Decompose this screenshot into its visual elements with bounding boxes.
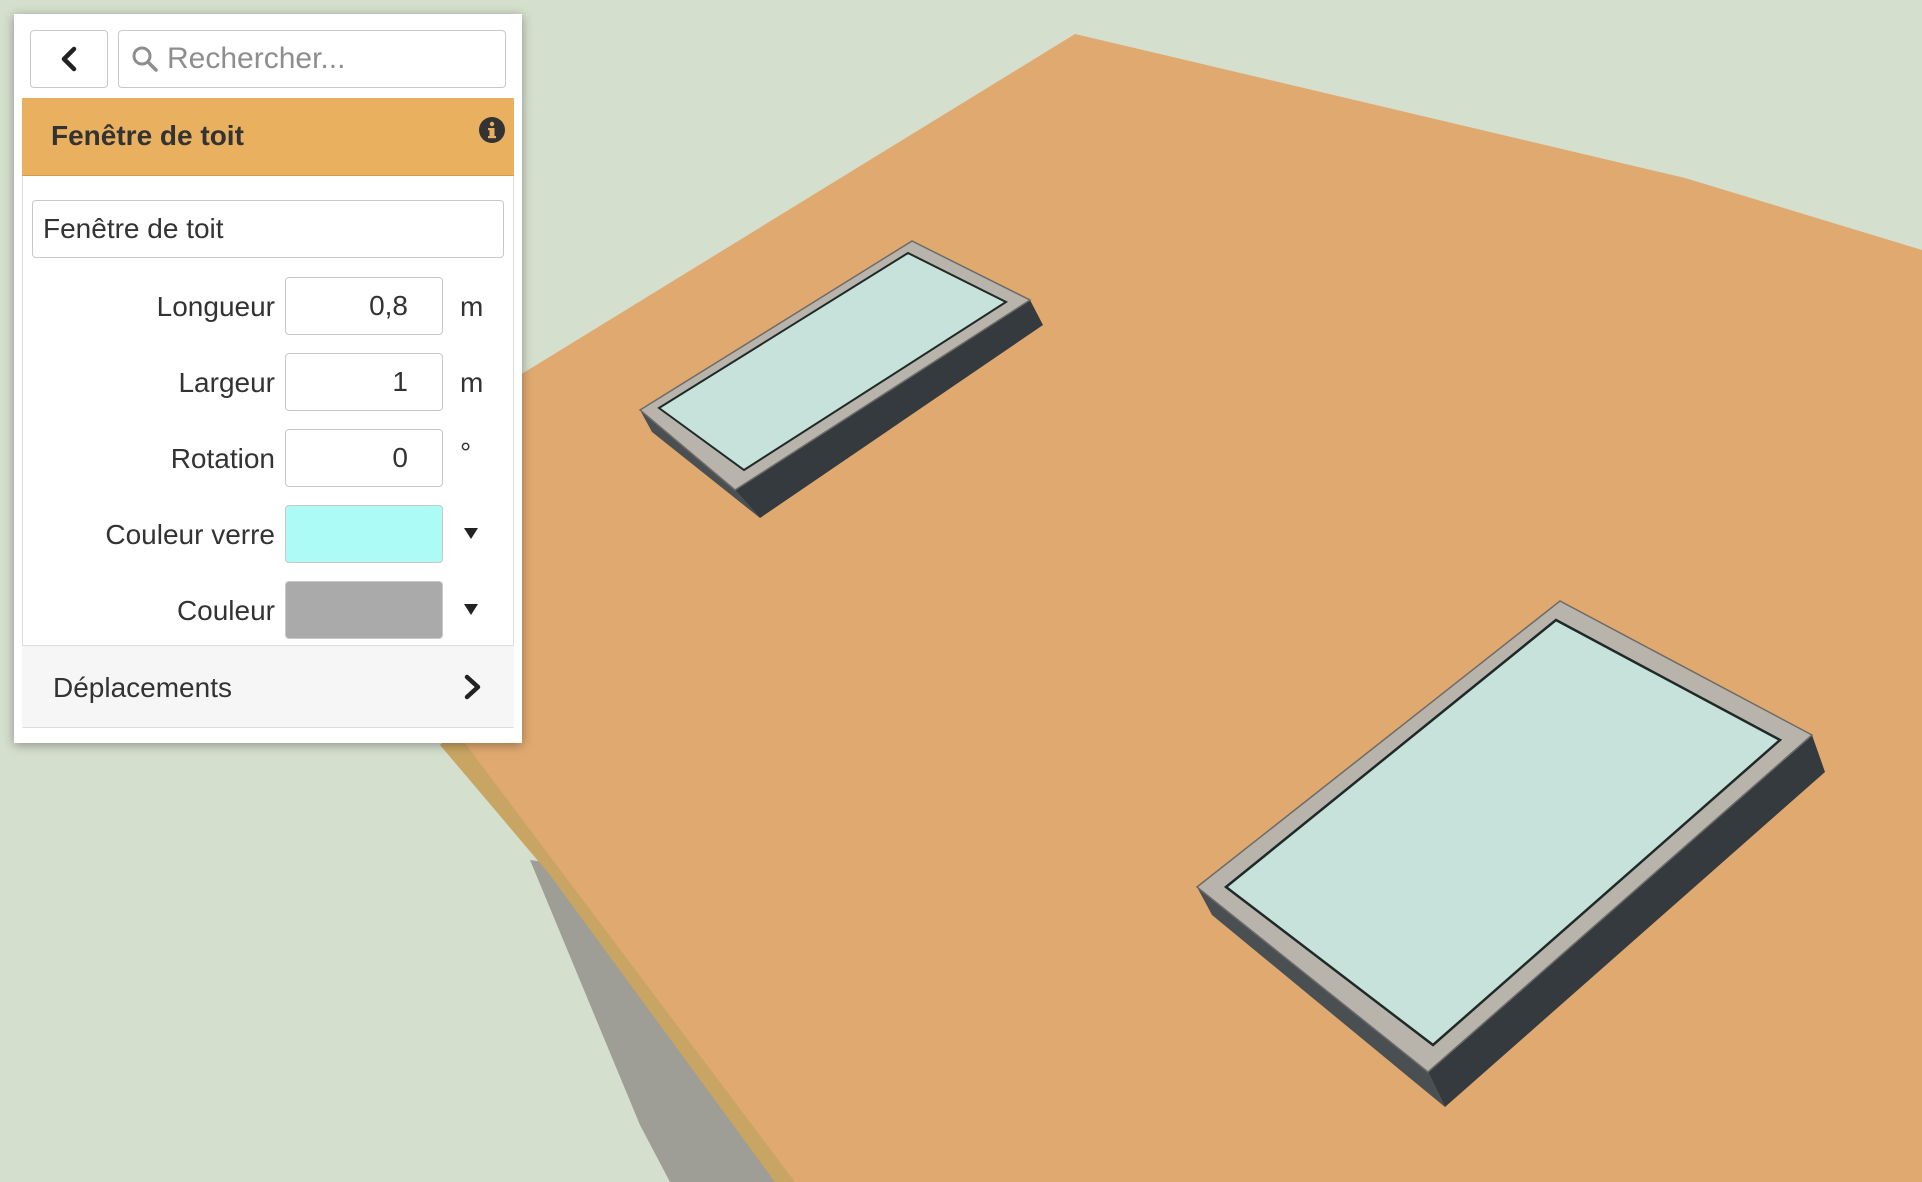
row-longueur: Longueur m xyxy=(23,277,513,335)
caret-down-icon[interactable] xyxy=(462,601,480,617)
largeur-unit: m xyxy=(460,367,484,398)
section-title: Fenêtre de toit xyxy=(51,120,244,151)
search-box[interactable] xyxy=(118,30,555,88)
longueur-label: Longueur xyxy=(156,291,275,322)
info-icon[interactable] xyxy=(478,116,506,144)
properties-panel: Fenêtre de toit Longueur m Largeur m Rot… xyxy=(14,14,555,743)
deplacements-label: Déplacements xyxy=(53,672,232,703)
deplacements-row[interactable]: Déplacements xyxy=(22,645,514,727)
section-header[interactable]: Fenêtre de toit xyxy=(22,98,514,176)
row-couleur-verre: Couleur verre xyxy=(23,505,513,563)
largeur-input[interactable] xyxy=(285,353,443,411)
row-couleur: Couleur xyxy=(23,581,513,639)
longueur-input[interactable] xyxy=(285,277,443,335)
window-properties-section: Fenêtre de toit Longueur m Largeur m Rot… xyxy=(22,98,514,728)
couleur-label: Couleur xyxy=(176,595,275,626)
row-largeur: Largeur m xyxy=(23,353,513,411)
name-field[interactable] xyxy=(32,200,504,258)
couleur-verre-label: Couleur verre xyxy=(105,519,275,550)
chevron-right-icon xyxy=(464,674,481,700)
rotation-input[interactable] xyxy=(285,429,443,487)
frame-color-swatch[interactable] xyxy=(285,581,443,639)
longueur-unit: m xyxy=(460,291,484,322)
chevron-left-icon xyxy=(61,46,77,72)
rotation-label: Rotation xyxy=(170,443,275,474)
caret-down-icon[interactable] xyxy=(462,525,480,541)
row-rotation: Rotation ° xyxy=(23,429,513,487)
search-input[interactable] xyxy=(165,33,555,85)
search-icon xyxy=(131,44,159,74)
glass-color-swatch[interactable] xyxy=(285,505,443,563)
largeur-label: Largeur xyxy=(178,367,275,398)
rotation-unit: ° xyxy=(460,437,472,468)
back-button[interactable] xyxy=(30,30,108,88)
